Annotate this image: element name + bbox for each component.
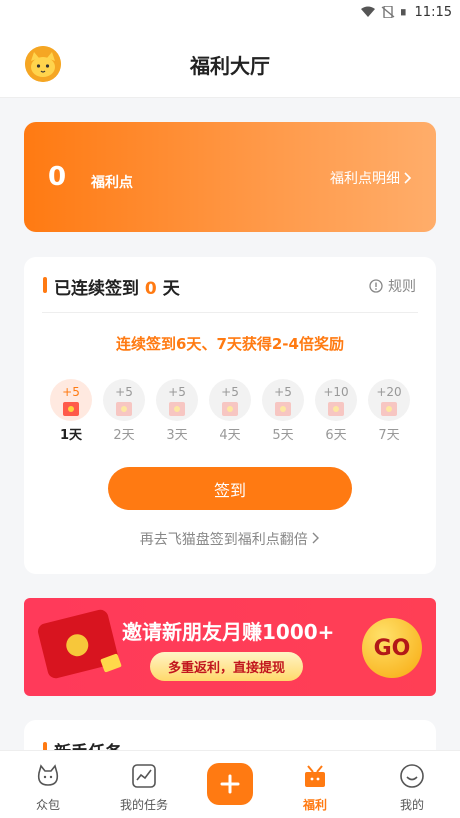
wifi-icon <box>360 6 375 17</box>
day-points: +5 <box>221 385 239 399</box>
no-sim-icon <box>381 6 394 18</box>
day-label: 3天 <box>166 428 188 443</box>
red-envelope-icon <box>63 402 79 416</box>
promo-text: 连续签到6天、7天获得2-4倍奖励 <box>116 335 344 353</box>
tab-label: 福利 <box>302 798 327 812</box>
streak-prefix: 已连续签到 <box>54 279 139 299</box>
day-label: 1天 <box>59 428 83 443</box>
tab-mine[interactable]: 我的 <box>366 751 458 818</box>
checkin-days: +5 1天 +5 2天 +5 3天 +5 4天 +5 5天 +10 6天 +20… <box>48 379 412 449</box>
rules-label: 规则 <box>388 279 416 295</box>
red-envelope-icon <box>169 402 185 416</box>
divider <box>42 312 418 313</box>
bottom-tab-bar: 众包 我的任务 福利 我的 <box>0 750 460 818</box>
day-label: 5天 <box>272 428 294 443</box>
tab-label: 我的 <box>399 798 424 812</box>
red-envelope-icon <box>222 402 238 416</box>
day-points: +5 <box>62 385 80 399</box>
invite-headline: 邀请新朋友月赚1000+ <box>122 620 335 644</box>
plus-icon <box>220 774 240 794</box>
red-envelope-icon <box>381 402 397 416</box>
points-detail-link[interactable]: 福利点明细 <box>330 168 412 188</box>
gift-icon <box>305 765 325 787</box>
feimao-checkin-link[interactable]: 再去飞猫盘签到福利点翻倍 <box>24 529 436 549</box>
red-envelope-icon <box>275 402 291 416</box>
rules-link[interactable]: 规则 <box>369 276 416 296</box>
tab-crowdsource[interactable]: 众包 <box>2 751 94 818</box>
points-value: 0 <box>48 162 67 192</box>
day-label: 6天 <box>325 428 347 443</box>
day-points: +5 <box>115 385 133 399</box>
day-points: +10 <box>323 385 349 399</box>
app-header: 福利大厅 <box>0 24 460 98</box>
day-points: +20 <box>376 385 402 399</box>
streak-days: 0 <box>144 279 157 299</box>
add-button[interactable] <box>207 763 253 805</box>
smile-icon <box>400 764 424 788</box>
status-bar: 11:15 <box>0 0 460 24</box>
streak-title: 已连续签到 0 天 <box>54 274 180 299</box>
tab-label: 我的任务 <box>119 798 168 812</box>
day-5: +5 5天 <box>262 379 304 443</box>
feimao-link-label: 再去飞猫盘签到福利点翻倍 <box>139 532 308 548</box>
page-title: 福利大厅 <box>190 54 270 78</box>
chart-icon <box>132 764 156 788</box>
exclamation-circle-icon <box>369 279 383 293</box>
battery-icon <box>400 9 406 16</box>
invite-banner[interactable]: 邀请新朋友月赚1000+ 多重返利，直接提现 GO <box>24 598 436 696</box>
chevron-right-icon <box>312 532 320 544</box>
status-time: 11:15 <box>414 4 452 20</box>
day-6: +10 6天 <box>315 379 357 443</box>
day-points: +5 <box>168 385 186 399</box>
invite-pill: 多重返利，直接提现 <box>150 652 304 681</box>
day-4: +5 4天 <box>209 379 251 443</box>
day-1: +5 1天 <box>50 379 92 443</box>
points-unit: 福利点 <box>91 175 133 191</box>
section-accent-bar <box>43 277 47 293</box>
red-envelope-icon <box>116 402 132 416</box>
checkin-card: 已连续签到 0 天 规则 连续签到6天、7天获得2-4倍奖励 +5 1天 +5 … <box>24 257 436 574</box>
day-label: 2天 <box>113 428 135 443</box>
go-button[interactable]: GO <box>362 618 422 678</box>
streak-suffix: 天 <box>162 279 180 299</box>
tab-my-tasks[interactable]: 我的任务 <box>98 751 190 818</box>
tab-label: 众包 <box>35 798 60 812</box>
red-envelope-icon <box>328 402 344 416</box>
day-2: +5 2天 <box>103 379 145 443</box>
points-detail-label: 福利点明细 <box>330 171 400 187</box>
tab-welfare[interactable]: 福利 <box>269 751 361 818</box>
day-7: +20 7天 <box>368 379 410 443</box>
day-points: +5 <box>274 385 292 399</box>
day-label: 4天 <box>219 428 241 443</box>
checkin-button[interactable]: 签到 <box>108 467 352 510</box>
envelope-seal <box>63 631 91 659</box>
points-card: 0 福利点 福利点明细 <box>24 122 436 232</box>
day-label: 7天 <box>378 428 400 443</box>
chevron-right-icon <box>404 172 412 184</box>
day-3: +5 3天 <box>156 379 198 443</box>
cat-icon <box>37 764 59 786</box>
